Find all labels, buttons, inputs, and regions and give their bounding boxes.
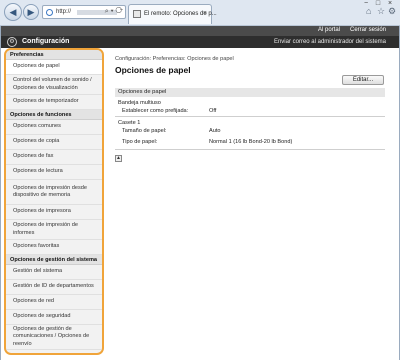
set-as-preferred-label: Establecer como prefijada: [122, 108, 189, 114]
multipurpose-tray-heading: Bandeja multiuso [118, 100, 161, 106]
browser-toolbar: ◀ ▶ http:// ⌕ ▾ ⟳ El remoto: Opciones de… [0, 0, 400, 26]
forward-button[interactable]: ▶ [23, 4, 39, 20]
sidebar-item-opciones-de-impresora[interactable]: Opciones de impresora [6, 205, 102, 220]
minimize-button[interactable]: − [360, 0, 372, 8]
sidebar-item-opciones-de-gestion-de-comunicaciones-opciones-de-reenvio[interactable]: Opciones de gestión de comunicaciones / … [6, 325, 102, 350]
page-icon [133, 10, 141, 18]
sidebar-section-preferencias: Preferencias [6, 50, 102, 60]
address-bar[interactable]: http:// ⌕ ▾ ⟳ [42, 5, 126, 19]
sidebar-item-gestion-de-id-de-departamentos[interactable]: Gestión de ID de departamentos [6, 280, 102, 295]
cassette-heading: Casete 1 [118, 120, 141, 126]
sidebar-item-label: Opciones de papel [13, 63, 60, 70]
scroll-to-top-icon[interactable]: ▲ [115, 155, 122, 162]
close-tab-icon[interactable]: × [203, 10, 207, 17]
paper-size-value: Auto [209, 128, 221, 134]
sidebar-section-opciones-de-gestion-del-sistema: Opciones de gestión del sistema [6, 255, 102, 265]
top-link-bar: Al portal Cerrar sesión [0, 26, 400, 36]
ie-icon [46, 9, 53, 16]
app-title: Configuración [22, 38, 70, 45]
sidebar-item-opciones-de-impresion-de-informes[interactable]: Opciones de impresión de informes [6, 220, 102, 240]
window-controls: − □ × [360, 0, 396, 10]
sidebar-item-label: Gestión del sistema [13, 268, 63, 275]
settings-sidebar: Preferencias Opciones de papel Control del… [4, 48, 104, 355]
sidebar-item-gestion-del-sistema[interactable]: Gestión del sistema [6, 265, 102, 280]
sidebar-item-opciones-de-red[interactable]: Opciones de red [6, 295, 102, 310]
section-header: Opciones de papel [115, 88, 385, 97]
sidebar-section-label: Preferencias [10, 51, 44, 58]
sidebar-item-label: Control del volumen de sonido / Opciones… [13, 77, 92, 91]
sidebar-item-label: Opciones de impresora [13, 208, 71, 215]
sidebar-section-opciones-de-funciones: Opciones de funciones [6, 110, 102, 120]
sidebar-item-label: Opciones de seguridad [13, 313, 71, 320]
sidebar-item-label: Opciones de temporizador [13, 98, 79, 105]
main-content: Configuración: Preferencias: Opciones de… [108, 48, 396, 360]
url-prefix: http:// [56, 9, 72, 15]
page-title: Opciones de papel [115, 65, 191, 75]
sidebar-item-label: Opciones de lectura [13, 168, 63, 175]
edit-button[interactable]: Editar... [342, 75, 384, 85]
logout-link[interactable]: Cerrar sesión [350, 27, 386, 33]
sidebar-item-label: Opciones de fax [13, 153, 54, 160]
sidebar-item-opciones-favoritas[interactable]: Opciones favoritas [6, 240, 102, 255]
sidebar-item-opciones-de-temporizador[interactable]: Opciones de temporizador [6, 95, 102, 110]
paper-type-label: Tipo de papel: [122, 139, 158, 145]
settings-logo-icon: ⚙ [7, 37, 17, 47]
portal-link[interactable]: Al portal [318, 27, 340, 33]
back-button[interactable]: ◀ [4, 3, 22, 21]
sidebar-item-opciones-comunes[interactable]: Opciones comunes [6, 120, 102, 135]
sidebar-item-opciones-de-lectura[interactable]: Opciones de lectura [6, 165, 102, 180]
sidebar-item-label: Opciones favoritas [13, 243, 60, 250]
sidebar-section-label: Opciones de gestión del sistema [10, 256, 98, 263]
paper-type-value: Normal 1 (16 lb Bond-20 lb Bond) [209, 139, 293, 145]
sidebar-item-opciones-de-impresion-desde-dispositivo-de-memoria[interactable]: Opciones de impresión desde dispositivo … [6, 180, 102, 205]
sidebar-item-opciones-de-papel[interactable]: Opciones de papel [6, 60, 102, 75]
sidebar-item-label: Opciones comunes [13, 123, 61, 130]
sidebar-item-label: Opciones de impresión desde dispositivo … [13, 184, 88, 199]
sidebar-item-opciones-de-fax[interactable]: Opciones de fax [6, 150, 102, 165]
search-refresh-icons[interactable]: ⌕ ▾ ⟳ [105, 8, 123, 16]
sidebar-item-label: Opciones de red [13, 298, 55, 305]
sidebar-item-label: Gestión de ID de departamentos [13, 283, 94, 290]
sidebar-section-label: Opciones de funciones [10, 111, 72, 118]
admin-email-link[interactable]: Enviar correo al administrador del siste… [274, 39, 386, 45]
sidebar-item-control-del-volumen-de-sonido-opciones-de-visualizacion[interactable]: Control del volumen de sonido / Opciones… [6, 75, 102, 95]
divider [115, 149, 385, 150]
sidebar-item-opciones-de-seguridad[interactable]: Opciones de seguridad [6, 310, 102, 325]
sidebar-item-opciones-de-copia[interactable]: Opciones de copia [6, 135, 102, 150]
browser-tab[interactable]: El remoto: Opciones de p... × [128, 4, 217, 24]
breadcrumb[interactable]: Configuración: Preferencias: Opciones de… [115, 56, 234, 62]
set-as-preferred-value: Off [209, 108, 217, 114]
sidebar-item-label: Opciones de copia [13, 138, 60, 145]
paper-size-label: Tamaño de papel: [122, 128, 167, 134]
close-window-button[interactable]: × [384, 0, 396, 8]
title-bar: ⚙ Configuración Enviar correo al adminis… [0, 36, 400, 48]
sidebar-item-label: Opciones de impresión de informes [13, 222, 78, 236]
divider [115, 116, 385, 117]
sidebar-item-label: Opciones de gestión de comunicaciones / … [13, 325, 90, 347]
maximize-button[interactable]: □ [372, 0, 384, 8]
